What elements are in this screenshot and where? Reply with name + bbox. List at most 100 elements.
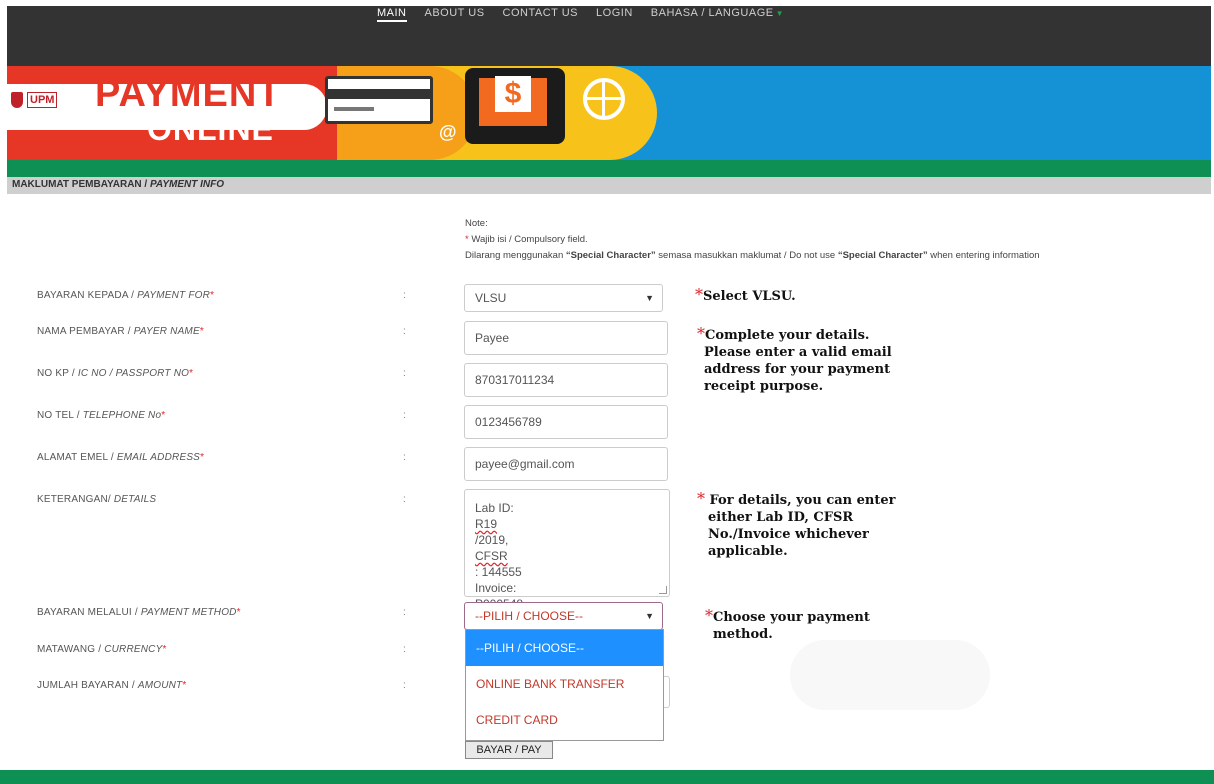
label-text: NAMA PEMBAYAR / xyxy=(37,326,134,337)
note-text-a: Dilarang menggunakan xyxy=(465,250,566,261)
label-text: BAYARAN KEPADA / xyxy=(37,290,138,301)
nav-main[interactable]: MAIN xyxy=(377,6,407,22)
label-text: ALAMAT EMEL / xyxy=(37,452,117,463)
colon: : xyxy=(403,644,406,655)
label-text-en: AMOUNT xyxy=(137,680,183,691)
monitor-icon: $ xyxy=(465,68,565,144)
pay-button[interactable]: BAYAR / PAY xyxy=(465,741,553,759)
annotation-payment-method: *Choose your payment method. xyxy=(705,607,870,643)
note-compulsory-text: Wajib isi / Compulsory field. xyxy=(471,234,588,245)
chevron-down-icon: ▼ xyxy=(775,9,785,18)
required-star: * xyxy=(189,368,194,379)
details-text-misspelled: R19 xyxy=(475,517,498,531)
label-payer-name: NAMA PEMBAYAR / PAYER NAME* xyxy=(37,326,204,337)
label-text: NO TEL / xyxy=(37,410,83,421)
required-star: * xyxy=(705,606,713,625)
label-text-en: PAYMENT METHOD xyxy=(140,607,237,618)
colon: : xyxy=(403,410,406,421)
banner-title-line1: PAYMENT xyxy=(95,73,282,115)
upm-shield-icon xyxy=(11,92,23,108)
payment-for-value: VLSU xyxy=(475,291,507,305)
label-text: MATAWANG / xyxy=(37,644,105,655)
dropdown-option-credit-card[interactable]: CREDIT CARD xyxy=(466,702,663,738)
colon: : xyxy=(403,680,406,691)
dropdown-option-choose[interactable]: --PILIH / CHOOSE-- xyxy=(466,630,663,666)
label-text-en: TELEPHONE No xyxy=(82,410,162,421)
label-details: KETERANGAN/ DETAILS xyxy=(37,494,156,505)
form-note: Note: * Wajib isi / Compulsory field. Di… xyxy=(465,216,1040,264)
label-text-en: EMAIL ADDRESS xyxy=(116,452,201,463)
chevron-down-icon: ▼ xyxy=(645,293,654,303)
top-nav: MAIN ABOUT US CONTACT US LOGIN BAHASA / … xyxy=(377,6,784,22)
details-text: : 144555 xyxy=(475,565,522,579)
amount-input[interactable] xyxy=(664,676,670,708)
banner-title-line2: ONLINE xyxy=(147,111,274,147)
required-star: * xyxy=(697,324,705,343)
card-signature xyxy=(334,107,374,111)
annotation-text: Select VLSU. xyxy=(703,289,796,304)
section-header: MAKLUMAT PEMBAYARAN / PAYMENT INFO xyxy=(7,177,1211,194)
green-divider xyxy=(7,160,1211,177)
required-star: * xyxy=(236,607,241,618)
telephone-input[interactable]: 0123456789 xyxy=(464,405,668,439)
annotation-line: * For details, you can enter xyxy=(697,490,896,509)
colon: : xyxy=(403,368,406,379)
label-text-en: IC NO / PASSPORT NO xyxy=(77,368,190,379)
ic-no-input[interactable]: 870317011234 xyxy=(464,363,668,397)
label-email: ALAMAT EMEL / EMAIL ADDRESS* xyxy=(37,452,204,463)
section-title: MAKLUMAT PEMBAYARAN / PAYMENT INFO xyxy=(12,179,224,190)
payment-method-value: --PILIH / CHOOSE-- xyxy=(475,609,584,623)
required-star: * xyxy=(695,285,703,304)
annotation-line: *Complete your details. xyxy=(697,325,892,344)
annotation-select-vlsu: *Select VLSU. xyxy=(695,286,796,305)
note-text-e: when entering information xyxy=(927,250,1040,261)
colon: : xyxy=(403,452,406,463)
details-text-misspelled: CFSR xyxy=(475,549,508,563)
nav-login[interactable]: LOGIN xyxy=(596,6,633,22)
annotation-line: *Choose your payment xyxy=(705,607,870,626)
annotation-text: Choose your payment xyxy=(713,610,870,625)
nav-about-us[interactable]: ABOUT US xyxy=(425,6,485,22)
annotation-line: address for your payment xyxy=(704,362,891,377)
details-text: /2019, xyxy=(475,533,509,547)
upm-logo-text: UPM xyxy=(27,92,58,108)
label-ic-no: NO KP / IC NO / PASSPORT NO* xyxy=(37,368,193,379)
details-textarea[interactable]: Lab ID: R19/2019, CFSR: 144555 Invoice: … xyxy=(464,489,670,611)
annotation-text: For details, you can enter xyxy=(709,493,896,508)
required-star: * xyxy=(697,489,705,508)
label-payment-for: BAYARAN KEPADA / PAYMENT FOR* xyxy=(37,290,214,301)
credit-card-icon xyxy=(325,76,433,124)
label-text-en: PAYER NAME xyxy=(133,326,200,337)
details-text: Lab ID: xyxy=(475,501,514,515)
note-compulsory: * Wajib isi / Compulsory field. xyxy=(465,232,1040,248)
note-heading: Note: xyxy=(465,218,488,229)
dollar-icon: $ xyxy=(495,76,531,112)
annotation-line: either Lab ID, CFSR xyxy=(708,510,854,525)
payment-for-select[interactable]: VLSU ▼ xyxy=(464,284,663,312)
payment-method-select[interactable]: --PILIH / CHOOSE-- ▼ xyxy=(464,602,663,630)
required-star: * xyxy=(199,326,204,337)
blurred-decoration xyxy=(790,640,990,710)
label-text: BAYARAN MELALUI / xyxy=(37,607,141,618)
label-text: JUMLAH BAYARAN / xyxy=(37,680,138,691)
nav-contact-us[interactable]: CONTACT US xyxy=(503,6,579,22)
payment-method-dropdown: --PILIH / CHOOSE-- ONLINE BANK TRANSFER … xyxy=(465,629,664,741)
required-star: * xyxy=(210,290,215,301)
label-text-en: DETAILS xyxy=(113,494,157,505)
nav-language[interactable]: BAHASA / LANGUAGE ▼ xyxy=(651,6,784,22)
annotation-line: No./Invoice whichever xyxy=(708,527,869,542)
resize-handle-icon[interactable] xyxy=(659,586,667,594)
label-telephone: NO TEL / TELEPHONE No* xyxy=(37,410,165,421)
annotation-line: receipt purpose. xyxy=(704,379,824,394)
required-star: * xyxy=(161,410,166,421)
section-title-italic: PAYMENT INFO xyxy=(149,179,225,190)
annotation-line: Please enter a valid email xyxy=(704,345,892,360)
annotation-text: Complete your details. xyxy=(705,328,870,343)
email-input[interactable]: payee@gmail.com xyxy=(464,447,668,481)
note-text-d: “Special Character” xyxy=(837,250,928,261)
note-special-character: Dilarang menggunakan “Special Character”… xyxy=(465,248,1040,264)
payer-name-input[interactable]: Payee xyxy=(464,321,668,355)
globe-icon xyxy=(583,78,625,120)
required-star: * xyxy=(182,680,187,691)
dropdown-option-online-bank-transfer[interactable]: ONLINE BANK TRANSFER xyxy=(466,666,663,702)
